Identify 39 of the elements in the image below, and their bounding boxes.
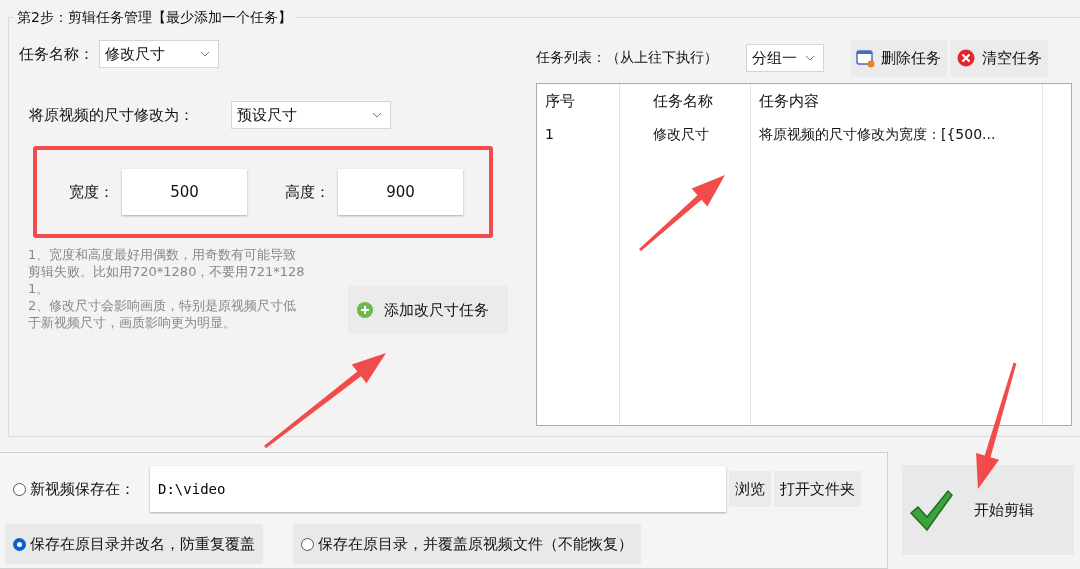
column-header[interactable]: 序号 bbox=[537, 84, 620, 120]
radio-button[interactable] bbox=[13, 482, 26, 496]
input-field[interactable]: 900 bbox=[338, 169, 463, 215]
checkmark-icon bbox=[908, 487, 954, 533]
plus-icon bbox=[356, 301, 374, 319]
chevron-icon bbox=[805, 55, 815, 61]
browse-button[interactable]: 浏览 bbox=[729, 471, 771, 507]
open-folder-button[interactable]: 打开文件夹 bbox=[774, 471, 861, 507]
note-text: 2、修改尺寸会影响画质，特别是原视频尺寸低于新视频尺寸，画质影响更为明显。 bbox=[28, 297, 298, 331]
column-header[interactable]: 任务内容 bbox=[751, 84, 1043, 120]
chevron-icon bbox=[372, 112, 382, 118]
radio-option[interactable]: 保存在原目录，并覆盖原视频文件（不能恢复） bbox=[293, 524, 641, 564]
list-label: 任务列表：（从上往下执行） bbox=[536, 49, 719, 67]
add-task-button[interactable]: 添加改尺寸任务 bbox=[348, 286, 508, 334]
group-title: 第2步：剪辑任务管理【最少添加一个任务】 bbox=[13, 8, 296, 26]
field-label: 宽度： bbox=[69, 182, 114, 202]
table-cell: 1 bbox=[537, 120, 620, 150]
delete-task-button[interactable]: 删除任务 bbox=[850, 39, 947, 77]
field-label: 将原视频的尺寸修改为： bbox=[29, 105, 195, 125]
dropdown[interactable]: 预设尺寸 bbox=[231, 101, 391, 129]
input-field[interactable]: 500 bbox=[122, 169, 247, 215]
dropdown[interactable]: 修改尺寸 bbox=[99, 40, 219, 68]
radio-button[interactable] bbox=[301, 537, 314, 551]
field-label: 任务名称： bbox=[19, 44, 95, 64]
table-cell: 将原视频的尺寸修改为宽度：[{500... bbox=[751, 120, 1043, 150]
field-label: 高度： bbox=[285, 182, 330, 202]
radio-option[interactable]: 新视频保存在： bbox=[13, 479, 135, 499]
path-field[interactable]: D:\video bbox=[150, 466, 726, 512]
note-text: 1、宽度和高度最好用偶数，用奇数有可能导致剪辑失败。比如用720*1280，不要用721*1281。 bbox=[28, 246, 306, 297]
clear-tasks-button[interactable]: 清空任务 bbox=[951, 39, 1048, 77]
start-button[interactable]: 开始剪辑 bbox=[902, 465, 1074, 555]
column-header[interactable]: 任务名称 bbox=[620, 84, 751, 120]
close-icon bbox=[957, 48, 976, 68]
radio-option[interactable]: 保存在原目录并改名，防重复覆盖 bbox=[5, 524, 263, 564]
table-cell: 修改尺寸 bbox=[620, 120, 751, 150]
dropdown[interactable]: 分组一 bbox=[746, 44, 824, 72]
radio-button[interactable] bbox=[13, 537, 26, 551]
chevron-icon bbox=[200, 51, 210, 57]
window-icon bbox=[856, 48, 875, 68]
